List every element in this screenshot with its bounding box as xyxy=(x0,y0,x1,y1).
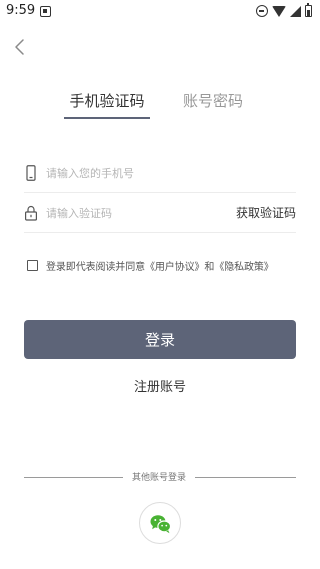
lock-icon xyxy=(25,205,38,221)
active-tab-indicator xyxy=(64,117,150,119)
divider-line-right xyxy=(195,477,296,478)
back-button[interactable] xyxy=(12,38,30,56)
status-bar: 9:59 xyxy=(0,0,320,24)
wifi-icon xyxy=(272,5,286,17)
agreement-row: 登录即代表阅读并同意《用户协议》和《隐私政策》 xyxy=(27,257,302,273)
other-login-divider: 其他账号登录 xyxy=(24,470,296,484)
notification-icon xyxy=(40,6,51,17)
privacy-policy-link[interactable]: 《隐私政策》 xyxy=(214,262,274,273)
battery-icon xyxy=(305,3,312,17)
login-tabs: 手机验证码 账号密码 xyxy=(0,84,320,124)
login-button[interactable]: 登录 xyxy=(24,320,296,359)
verification-code-field: 获取验证码 xyxy=(24,193,296,233)
phone-field xyxy=(24,153,296,193)
wechat-login-button[interactable] xyxy=(139,502,181,544)
wechat-icon xyxy=(150,515,172,534)
agreement-prefix: 登录即代表阅读并同意 xyxy=(46,261,145,273)
do-not-disturb-icon xyxy=(256,5,268,17)
user-agreement-link[interactable]: 《用户协议》 xyxy=(145,262,205,273)
verification-code-input[interactable] xyxy=(46,202,226,224)
chevron-left-icon xyxy=(15,39,24,55)
agreement-conjunction: 和 xyxy=(204,261,215,273)
tab-sms-code[interactable]: 手机验证码 xyxy=(64,90,150,111)
register-link[interactable]: 注册账号 xyxy=(110,376,210,395)
other-login-label: 其他账号登录 xyxy=(131,473,186,483)
get-code-button[interactable]: 获取验证码 xyxy=(236,204,296,221)
phone-input[interactable] xyxy=(46,162,226,184)
agreement-text: 登录即代表阅读并同意《用户协议》和《隐私政策》 xyxy=(46,258,274,273)
divider-line-left xyxy=(24,477,123,478)
tab-account-password[interactable]: 账号密码 xyxy=(178,90,248,111)
status-icons xyxy=(256,3,312,18)
phone-icon xyxy=(26,165,36,181)
agreement-checkbox[interactable] xyxy=(27,259,38,271)
signal-icon xyxy=(290,5,301,17)
status-time: 9:59 xyxy=(6,3,36,18)
